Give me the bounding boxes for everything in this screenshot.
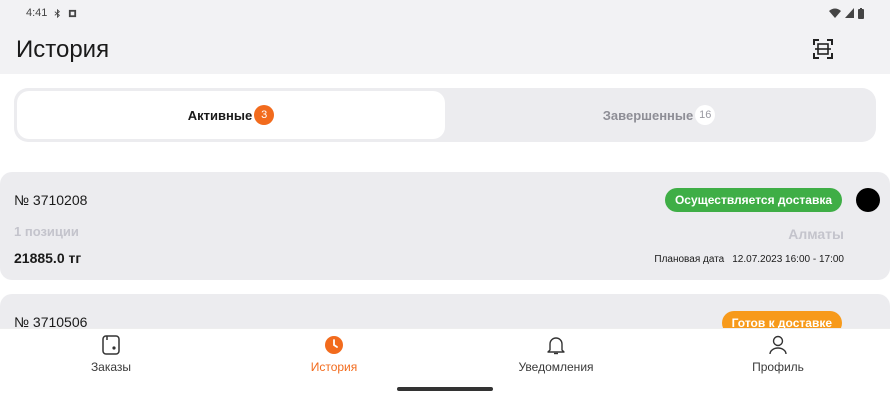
page-title: История bbox=[16, 36, 110, 63]
positions-count: 1 позиции bbox=[14, 224, 79, 239]
scan-button[interactable] bbox=[812, 38, 834, 60]
order-card[interactable]: № 3710506 Готов к доставке bbox=[0, 294, 890, 328]
order-price: 21885.0 тг bbox=[14, 250, 82, 266]
nav-item-notifications[interactable]: Уведомления bbox=[476, 335, 636, 379]
nav-label: Уведомления bbox=[518, 360, 594, 374]
count-badge: 16 bbox=[695, 105, 716, 125]
planned-date-value: 12.07.2023 16:00 - 17:00 bbox=[732, 254, 844, 265]
city-label: Алматы bbox=[788, 226, 844, 242]
nav-item-history[interactable]: История bbox=[254, 335, 414, 379]
scan-icon bbox=[813, 39, 833, 59]
status-badge: Готов к доставке bbox=[721, 311, 842, 328]
history-clock-icon bbox=[325, 336, 343, 354]
nav-label: История bbox=[310, 360, 358, 374]
battery-icon bbox=[858, 7, 864, 19]
status-bar: 4:41 bbox=[0, 0, 890, 26]
order-number: № 3710208 bbox=[14, 192, 88, 208]
indicator-dot bbox=[856, 188, 880, 212]
orders-icon bbox=[102, 335, 120, 355]
nav-label: Профиль bbox=[752, 360, 804, 374]
tabs-segmented-control: Активные 3 Завершенные 16 bbox=[14, 88, 876, 142]
tab-label: Активные bbox=[187, 107, 253, 123]
planned-date-label: Плановая дата bbox=[654, 254, 725, 265]
planned-date: Плановая дата 12.07.2023 16:00 - 17:00 bbox=[654, 254, 844, 265]
home-indicator[interactable] bbox=[397, 387, 493, 391]
count-badge: 3 bbox=[254, 105, 275, 125]
order-number: № 3710506 bbox=[14, 314, 88, 328]
tab-active[interactable]: Активные 3 bbox=[17, 91, 445, 139]
tab-label: Завершенные bbox=[602, 107, 694, 123]
content-area: Активные 3 Завершенные 16 № 3710208 Осущ… bbox=[0, 74, 890, 328]
wifi-icon bbox=[829, 8, 841, 18]
order-card[interactable]: № 3710208 Осуществляется доставка 1 пози… bbox=[0, 172, 890, 280]
bell-icon bbox=[547, 337, 565, 355]
bluetooth-icon bbox=[54, 8, 61, 18]
tab-completed[interactable]: Завершенные 16 bbox=[445, 91, 873, 139]
app-bar: История bbox=[0, 26, 890, 74]
nav-item-orders[interactable]: Заказы bbox=[31, 335, 191, 379]
profile-icon bbox=[769, 335, 787, 355]
notification-icon bbox=[69, 9, 77, 17]
status-badge: Осуществляется доставка bbox=[664, 188, 842, 212]
status-time: 4:41 bbox=[26, 7, 48, 19]
signal-icon bbox=[845, 8, 854, 18]
nav-label: Заказы bbox=[90, 360, 132, 374]
nav-item-profile[interactable]: Профиль bbox=[698, 335, 858, 379]
